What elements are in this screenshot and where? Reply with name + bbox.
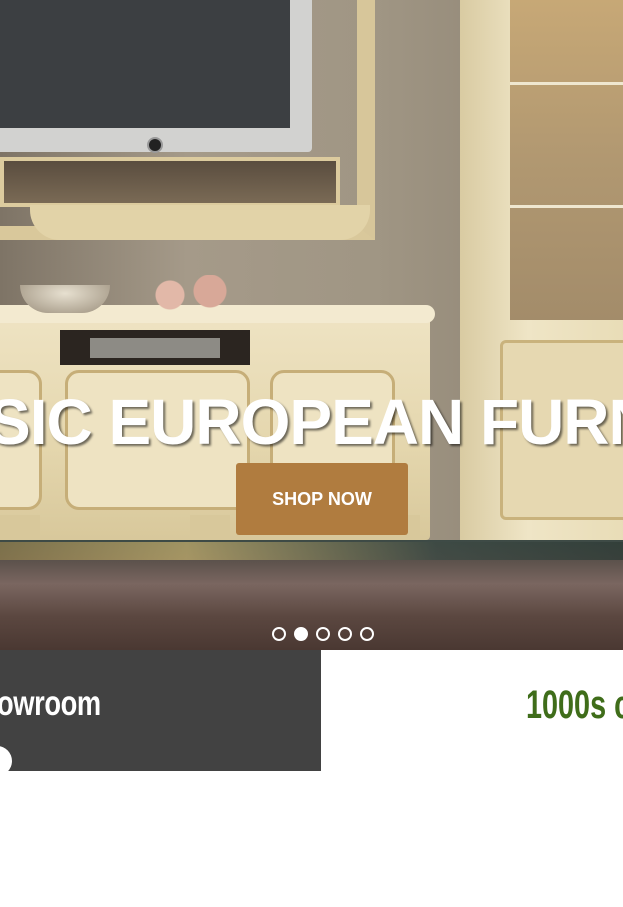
slider-dot-5[interactable] bbox=[360, 627, 374, 641]
slider-pagination bbox=[272, 627, 374, 641]
hero-slider: SIC EUROPEAN FURN SHOP NOW bbox=[0, 0, 623, 650]
cabinet-glass bbox=[510, 0, 623, 320]
television-logo bbox=[147, 137, 163, 153]
highlight-heading: 1000s c bbox=[526, 683, 623, 727]
slider-dot-4[interactable] bbox=[338, 627, 352, 641]
dvd-player bbox=[90, 338, 220, 358]
television-screen bbox=[0, 0, 290, 128]
decorative-bowl bbox=[20, 285, 110, 313]
television bbox=[0, 0, 312, 152]
decorative-flowers bbox=[140, 275, 240, 315]
slider-dot-1[interactable] bbox=[272, 627, 286, 641]
slider-dot-2[interactable] bbox=[294, 627, 308, 641]
hero-title: SIC EUROPEAN FURN bbox=[0, 386, 623, 458]
wall-shelf bbox=[0, 157, 340, 207]
shop-now-button[interactable]: SHOP NOW bbox=[236, 463, 408, 535]
showroom-card[interactable]: owroom bbox=[0, 650, 321, 771]
cabinet-glass-shelf bbox=[510, 205, 623, 208]
slider-dot-3[interactable] bbox=[316, 627, 330, 641]
cabinet-glass-shelf bbox=[510, 82, 623, 85]
showroom-card-title: owroom bbox=[0, 684, 101, 723]
floor-inlay bbox=[0, 542, 623, 560]
shelf-crest bbox=[30, 205, 370, 240]
